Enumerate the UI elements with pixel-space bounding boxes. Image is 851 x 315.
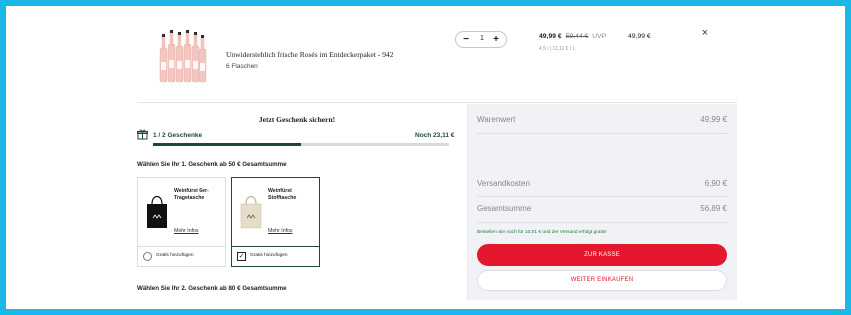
summary-divider — [477, 133, 727, 134]
checkout-button[interactable]: ZUR KASSE — [477, 244, 727, 266]
uvp-label: UVP — [592, 33, 607, 40]
tote-bag-black-image — [147, 195, 167, 228]
tote-bag-beige-image — [240, 195, 262, 229]
product-title[interactable]: Unwiderstehlich frische Rosés im Entdeck… — [226, 50, 393, 59]
versand-label: Versandkosten — [477, 179, 530, 188]
gift-count: 1 / 2 Geschenke — [153, 132, 203, 139]
quantity-stepper: − 1 + — [455, 31, 507, 48]
add-free-label[interactable]: Gratis hinzufügen — [250, 253, 288, 258]
more-info-link[interactable]: Mehr Infos — [174, 228, 199, 234]
old-price: 59,44 € — [565, 33, 589, 40]
add-free-label[interactable]: Gratis hinzufügen — [156, 253, 194, 258]
price-line: 49,99 €59,44 € UVP — [539, 33, 606, 40]
product-subtitle: 6 Flaschen — [226, 63, 258, 70]
increase-quantity-button[interactable]: + — [490, 34, 502, 46]
unit-price: 4,5 l | 11,11 € / L — [539, 46, 576, 52]
gift-option-name: Weinfürst Stofftasche — [268, 188, 297, 201]
quantity-value[interactable]: 1 — [474, 35, 490, 42]
gift-icon — [137, 129, 148, 140]
summary-divider — [477, 222, 727, 223]
gift-choice-2-heading: Wählen Sie Ihr 2. Geschenk ab 80 € Gesam… — [137, 285, 287, 292]
gesamt-value: 56,89 € — [700, 204, 727, 213]
gift-heading: Jetzt Geschenk sichern! — [258, 115, 336, 124]
summary-row-warenwert: Warenwert 49,99 € — [477, 115, 727, 124]
summary-row-versand: Versandkosten 6,90 € — [477, 179, 727, 188]
gift-choice-1-heading: Wählen Sie Ihr 1. Geschenk ab 50 € Gesam… — [137, 161, 287, 168]
gift-option-footer[interactable]: Gratis hinzufügen — [138, 246, 225, 266]
gift-option-name: Weinfürst 6er-Tragetasche — [174, 188, 209, 201]
gift-option-footer[interactable]: ✓ Gratis hinzufügen — [232, 246, 319, 266]
gift-remaining: Noch 23,11 € — [415, 132, 455, 139]
decrease-quantity-button[interactable]: − — [460, 34, 472, 46]
remove-item-close-icon[interactable]: × — [699, 27, 711, 39]
divider — [137, 102, 737, 103]
summary-row-gesamt: Gesamtsumme 56,89 € — [477, 204, 727, 213]
order-summary: Warenwert 49,99 € Versandkosten 6,90 € G… — [467, 104, 737, 300]
gift-option-tragetasche[interactable]: Weinfürst 6er-Tragetasche Mehr Infos Gra… — [137, 177, 226, 267]
continue-shopping-button[interactable]: WEITER EINKAUFEN — [477, 270, 727, 291]
free-shipping-note: Bestellen Sie noch für 10,01 € und der V… — [477, 230, 607, 235]
gift-progress-fill — [153, 143, 301, 146]
versand-value: 6,90 € — [704, 179, 727, 188]
warenwert-value: 49,99 € — [700, 115, 727, 124]
checkbox-checked-icon[interactable]: ✓ — [237, 252, 246, 261]
line-total: 49,99 € — [628, 33, 651, 40]
gift-option-stofftasche[interactable]: Weinfürst Stofftasche Mehr Infos ✓ Grati… — [231, 177, 320, 267]
radio-button[interactable] — [143, 252, 152, 261]
summary-divider — [477, 196, 727, 197]
more-info-link[interactable]: Mehr Infos — [268, 228, 293, 234]
gift-progress-bar — [153, 143, 449, 146]
gesamt-label: Gesamtsumme — [477, 204, 532, 213]
warenwert-label: Warenwert — [477, 115, 516, 124]
product-image[interactable] — [156, 30, 208, 86]
current-price: 49,99 € — [539, 33, 562, 40]
cart-page: Unwiderstehlich frische Rosés im Entdeck… — [6, 6, 845, 309]
